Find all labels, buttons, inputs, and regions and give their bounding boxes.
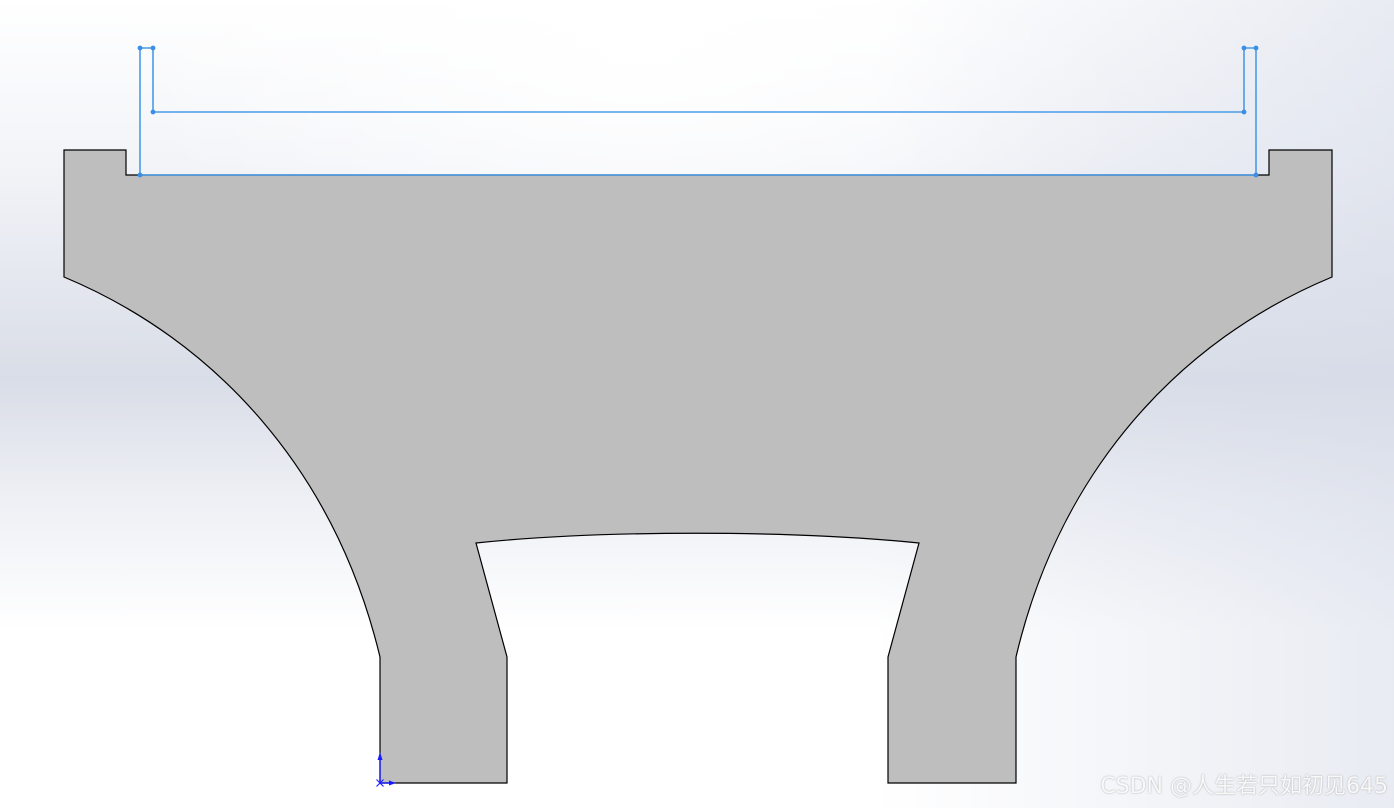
sketch-point [137,45,143,51]
sketch-point [1241,109,1247,115]
sketch-point [1241,45,1247,51]
sketch-profile[interactable] [137,45,1259,178]
sketch-point [1253,172,1259,178]
sketch-point [1253,45,1259,51]
sketch-point [137,172,143,178]
cad-graphics-area[interactable]: CSDN @人生若只如初见645 [0,0,1394,808]
part-body[interactable] [63,149,1333,784]
watermark-text: CSDN @人生若只如初见645 [1100,774,1388,799]
part-view[interactable] [0,0,1394,808]
sketch-point [150,45,156,51]
sketch-line[interactable] [139,47,1257,176]
sketch-point [150,109,156,115]
